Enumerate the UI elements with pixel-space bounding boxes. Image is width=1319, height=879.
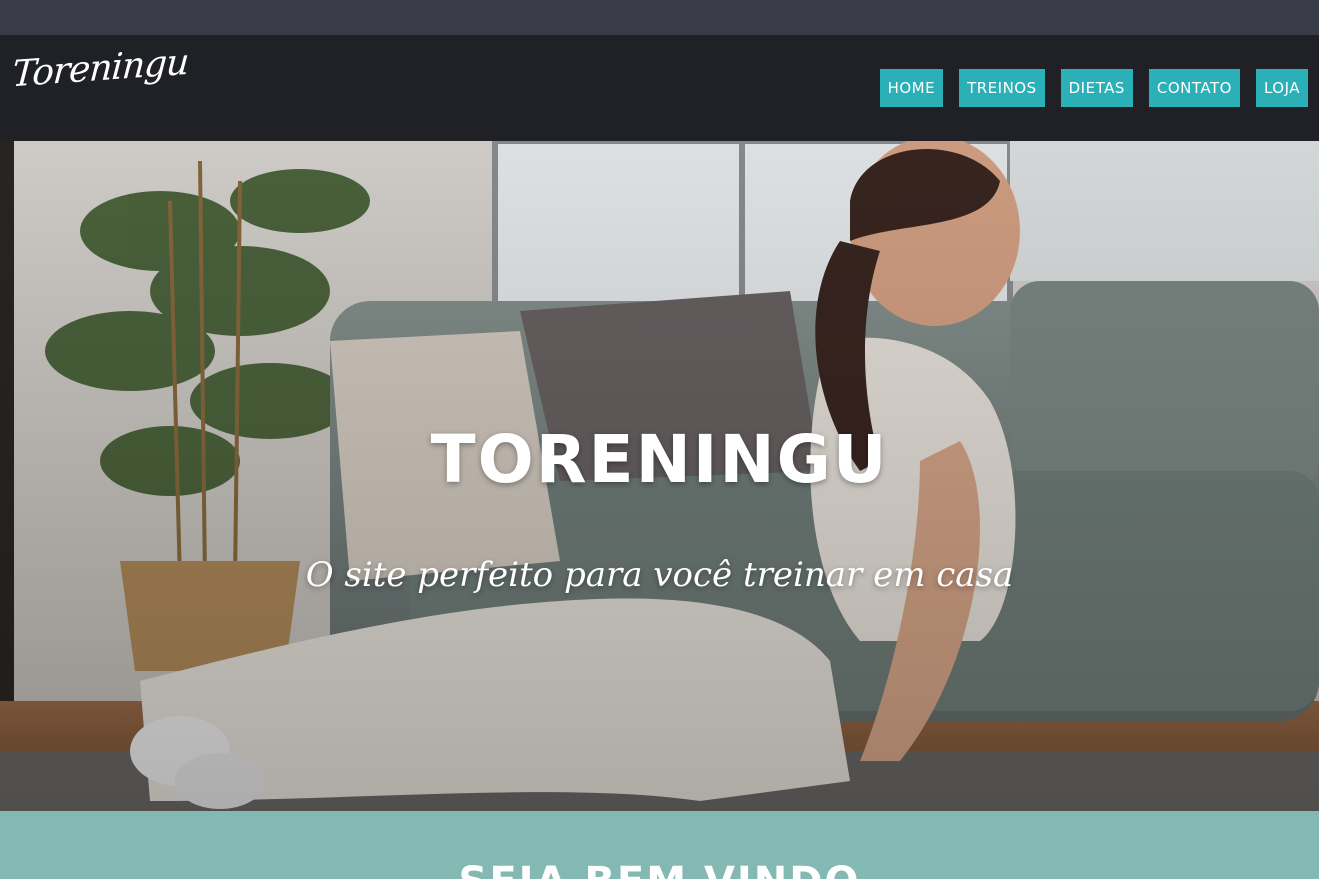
nav-dietas[interactable]: DIETAS <box>1060 69 1133 107</box>
nav-contato[interactable]: CONTATO <box>1148 69 1240 107</box>
welcome-section: SEJA BEM VINDO <box>0 811 1319 879</box>
hero-subtitle: O site perfeito para você treinar em cas… <box>305 555 1014 595</box>
navbar: Toreningu HOME TREINOS DIETAS CONTATO LO… <box>0 35 1319 141</box>
site-logo[interactable]: Toreningu <box>11 42 190 96</box>
main-nav: HOME TREINOS DIETAS CONTATO LOJA <box>879 69 1308 107</box>
hero-section: TORENINGU O site perfeito para você trei… <box>0 141 1319 811</box>
hero-title: TORENINGU <box>430 421 889 498</box>
welcome-title: SEJA BEM VINDO <box>0 859 1319 879</box>
nav-home[interactable]: HOME <box>879 69 944 107</box>
nav-loja[interactable]: LOJA <box>1255 69 1308 107</box>
nav-treinos[interactable]: TREINOS <box>959 69 1045 107</box>
top-strip <box>0 0 1319 35</box>
